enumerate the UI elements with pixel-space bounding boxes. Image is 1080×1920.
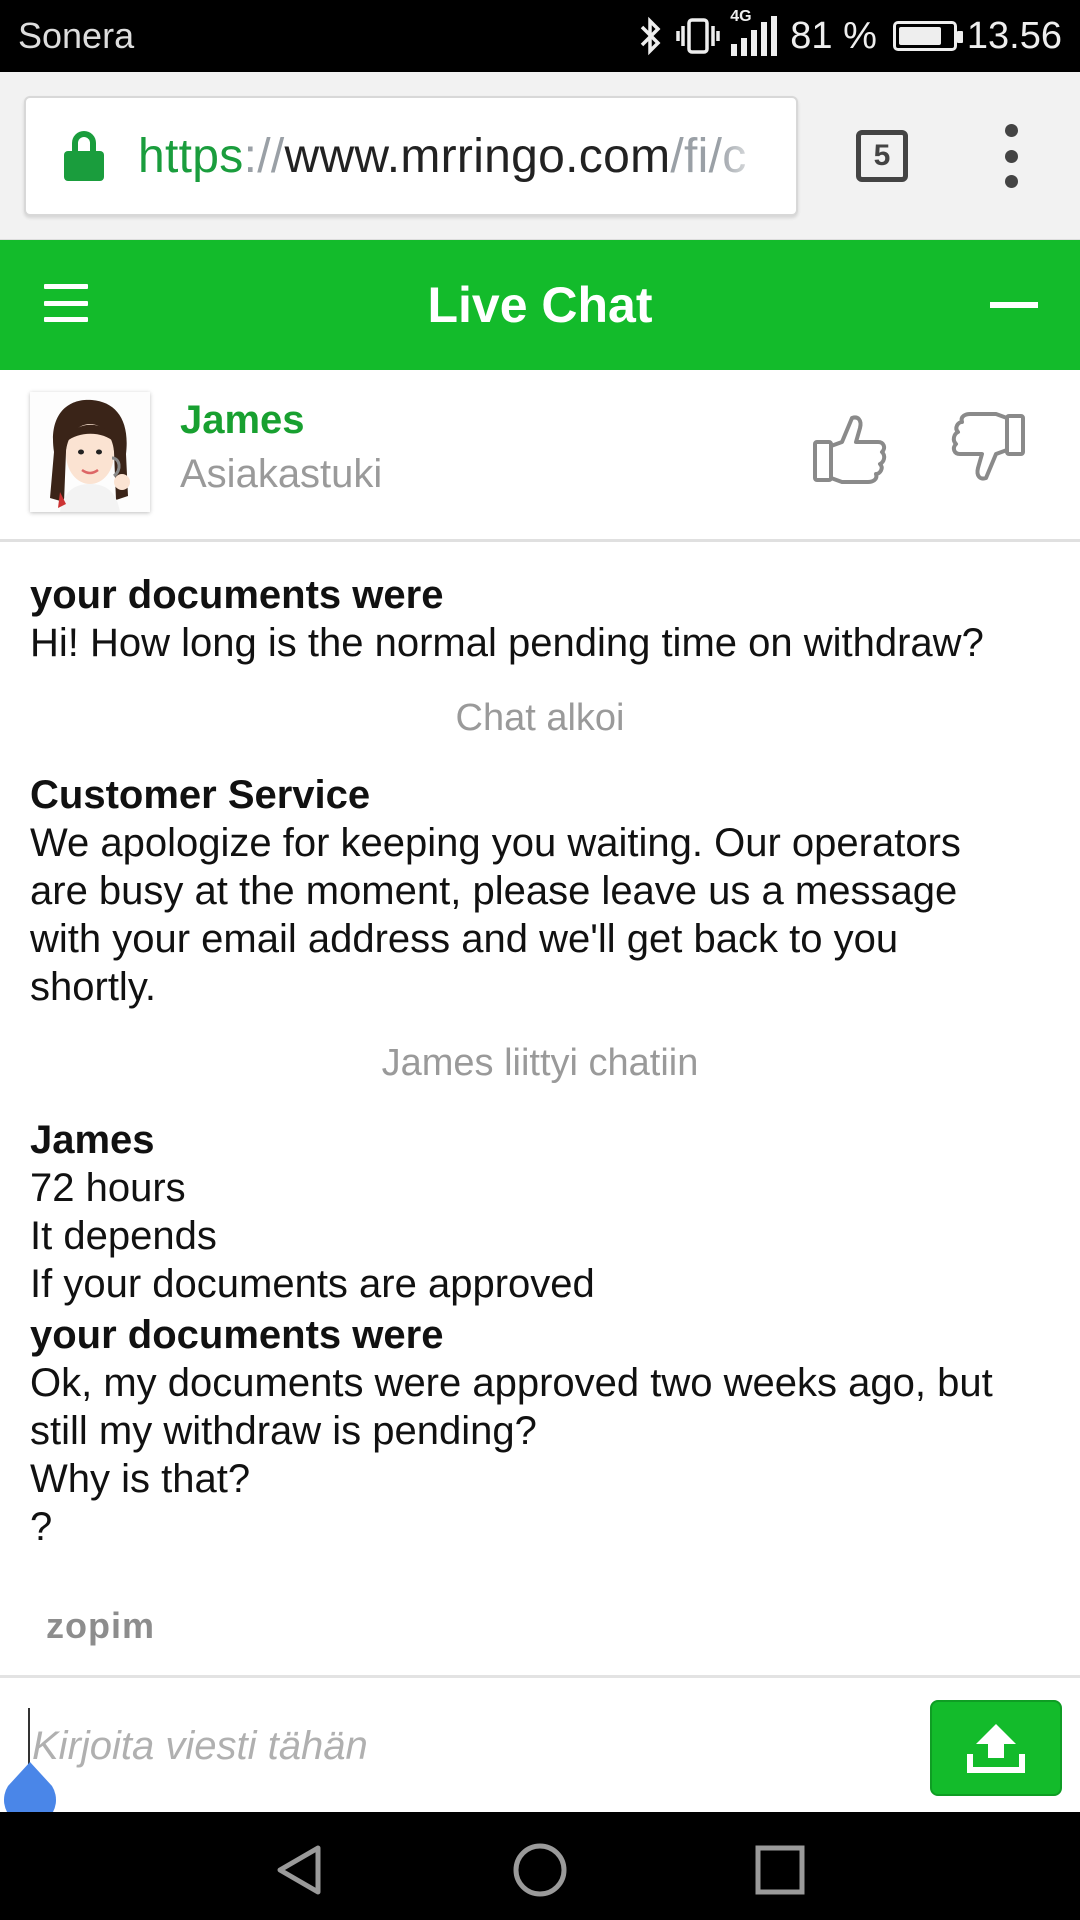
send-button[interactable] — [930, 1700, 1062, 1796]
home-icon[interactable] — [512, 1842, 568, 1898]
chat-message: your documents were Ok, my documents wer… — [30, 1311, 1060, 1551]
message-sender: your documents were — [30, 1313, 444, 1357]
address-bar[interactable]: https://www.mrringo.com/fi/c — [24, 96, 798, 216]
overflow-menu-icon[interactable] — [1000, 124, 1022, 188]
tab-switcher-button[interactable]: 5 — [856, 130, 908, 182]
message-line: 72 hours — [30, 1166, 186, 1210]
thumbs-up-icon[interactable] — [812, 412, 888, 484]
status-bar: Sonera 4G 81 % 13.56 — [0, 0, 1080, 72]
zopim-logo[interactable]: zopim — [46, 1605, 155, 1647]
message-line: Why is that? — [30, 1457, 251, 1501]
message-line: still my withdraw is pending? — [30, 1409, 537, 1453]
agent-name: James — [180, 398, 305, 442]
message-sender: your documents were — [30, 573, 444, 617]
upload-icon — [967, 1724, 1025, 1773]
message-line: ? — [30, 1505, 53, 1549]
text-cursor-handle[interactable] — [0, 1760, 60, 1812]
message-line: with your email address and we'll get ba… — [30, 917, 899, 961]
signal-icon: 4G — [730, 8, 780, 58]
chat-header: Live Chat — [0, 240, 1080, 370]
battery-level — [898, 27, 942, 45]
system-navigation-bar — [0, 1812, 1080, 1920]
message-line: We apologize for keeping you waiting. Ou… — [30, 821, 961, 865]
message-line: Ok, my documents were approved two weeks… — [30, 1361, 993, 1405]
chat-transcript[interactable]: your documents were Hi! How long is the … — [0, 545, 1080, 1675]
message-line: It depends — [30, 1214, 217, 1258]
vibrate-icon — [676, 16, 721, 56]
message-line: are busy at the moment, please leave us … — [30, 869, 958, 913]
carrier-name: Sonera — [18, 15, 135, 56]
minimize-button[interactable] — [990, 302, 1038, 308]
network-type: 4G — [730, 8, 752, 25]
chat-title: Live Chat — [427, 277, 653, 333]
url-path: /fi/c — [670, 129, 747, 183]
clock: 13.56 — [966, 14, 1062, 57]
chat-message: Customer Service We apologize for keepin… — [30, 771, 1060, 1011]
lock-icon — [64, 131, 104, 181]
battery-icon — [892, 21, 963, 51]
browser-toolbar: https://www.mrringo.com/fi/c 5 — [0, 72, 1080, 240]
back-icon[interactable] — [272, 1842, 328, 1898]
recent-apps-icon[interactable] — [752, 1842, 808, 1898]
system-message: Chat alkoi — [455, 697, 625, 739]
system-message: James liittyi chatiin — [381, 1042, 699, 1084]
url-scheme: https — [138, 129, 244, 183]
bluetooth-icon — [636, 16, 666, 56]
message-sender: James — [30, 1118, 155, 1162]
status-icons: 4G 81 % 13.56 — [636, 8, 1062, 58]
message-sender: Customer Service — [30, 773, 371, 817]
message-line: Hi! How long is the normal pending time … — [30, 621, 984, 665]
thumbs-down-icon[interactable] — [950, 412, 1026, 484]
message-line: If your documents are approved — [30, 1262, 595, 1306]
message-input[interactable] — [28, 1708, 908, 1784]
message-compose-area — [0, 1675, 1080, 1812]
chat-message: your documents were Hi! How long is the … — [30, 571, 1060, 667]
agent-info-bar: James Asiakastuki — [0, 370, 1080, 542]
agent-role: Asiakastuki — [180, 452, 383, 496]
url-text[interactable]: https://www.mrringo.com/fi/c — [138, 129, 768, 184]
chat-message: James 72 hours It depends If your docume… — [30, 1116, 1060, 1308]
hamburger-menu-icon[interactable] — [44, 284, 88, 322]
url-host: www.mrringo.com — [284, 129, 671, 183]
battery-percent: 81 % — [790, 14, 877, 57]
agent-avatar — [30, 392, 150, 512]
message-line: shortly. — [30, 965, 156, 1009]
url-separator: :// — [243, 129, 285, 183]
